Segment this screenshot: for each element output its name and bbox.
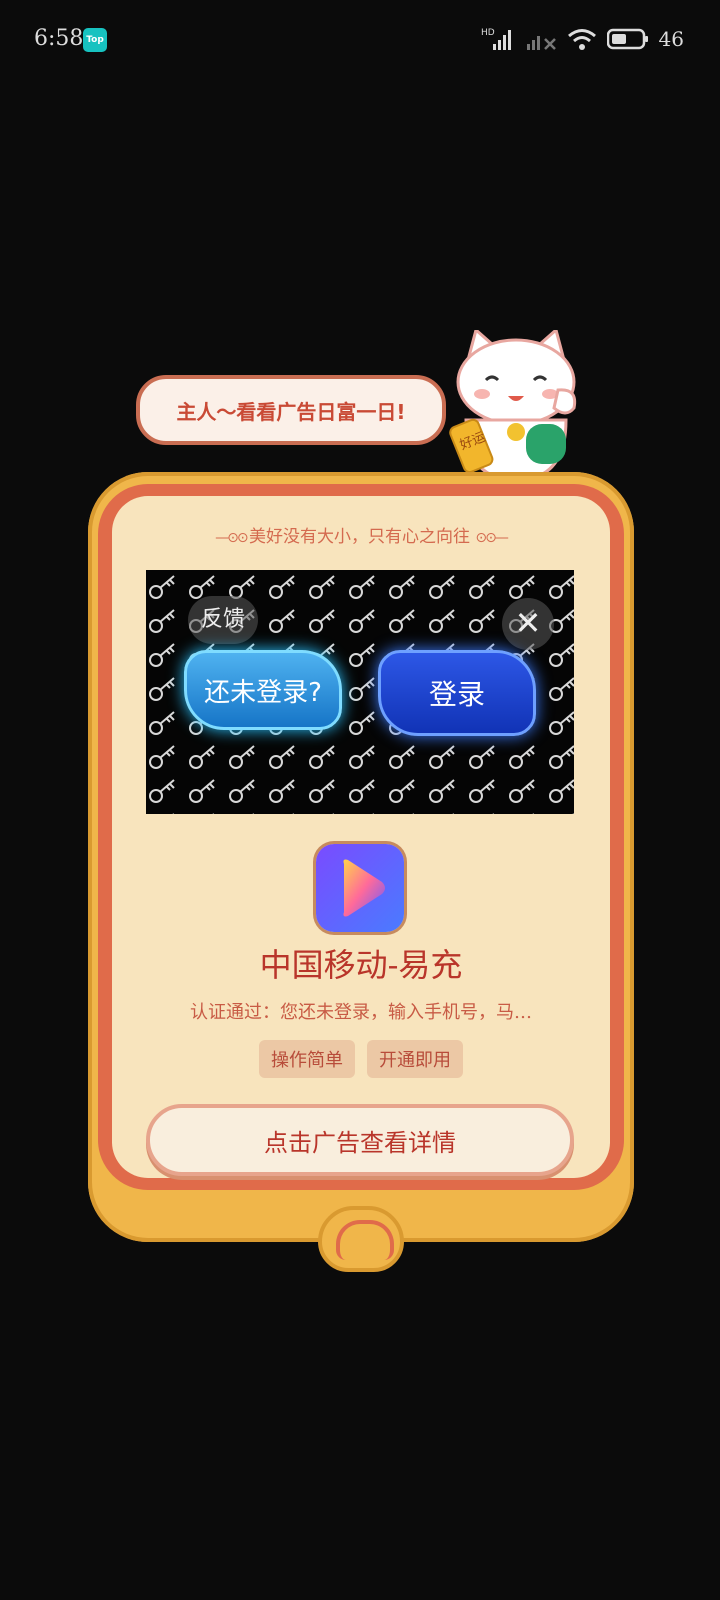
close-icon: ✕ <box>514 604 542 642</box>
motto: —⊙⊙ 美好没有大小，只有心之向往 ⊙⊙— <box>112 522 610 547</box>
ad-close-button[interactable]: ✕ <box>502 598 554 650</box>
tag-item: 操作简单 <box>259 1040 355 1078</box>
cloud-ornament-icon <box>318 1206 404 1272</box>
mascot-speech-bubble: 主人～看看广告日富一日! <box>136 375 446 445</box>
view-ad-details-button[interactable]: 点击广告查看详情 <box>146 1104 574 1176</box>
left-ornament-icon: —⊙⊙ <box>215 530 250 546</box>
motto-text: 美好没有大小，只有心之向往 <box>249 527 471 547</box>
tag-item: 开通即用 <box>367 1040 463 1078</box>
hd-label: HD <box>481 28 495 38</box>
wifi-icon <box>567 29 596 50</box>
status-time: 6:58 <box>34 26 84 51</box>
app-description: 认证通过：您还未登录，输入手机号，马… <box>190 1002 532 1023</box>
battery-percent: 46 <box>658 27 684 51</box>
tag-list: 操作简单 开通即用 <box>112 1040 610 1078</box>
lucky-cat-mascot-icon: 好运 <box>449 330 577 480</box>
app-name: 中国移动-易充 <box>259 946 463 984</box>
status-icons: HD 46 <box>481 24 684 54</box>
signal-no-service-icon <box>526 36 556 50</box>
ad-login-button[interactable]: 登录 <box>378 650 536 736</box>
status-bar: 6:58 Top HD 46 <box>0 0 720 80</box>
right-ornament-icon: ⊙⊙— <box>475 530 508 546</box>
ad-not-logged-in-button[interactable]: 还未登录? <box>184 650 342 730</box>
app-logo-icon <box>316 844 404 932</box>
battery-icon <box>606 28 648 50</box>
top-app-badge-icon: Top <box>83 28 107 52</box>
signal-hd-icon: HD <box>481 28 511 50</box>
ad-feedback-button[interactable]: 反馈 <box>188 596 258 644</box>
